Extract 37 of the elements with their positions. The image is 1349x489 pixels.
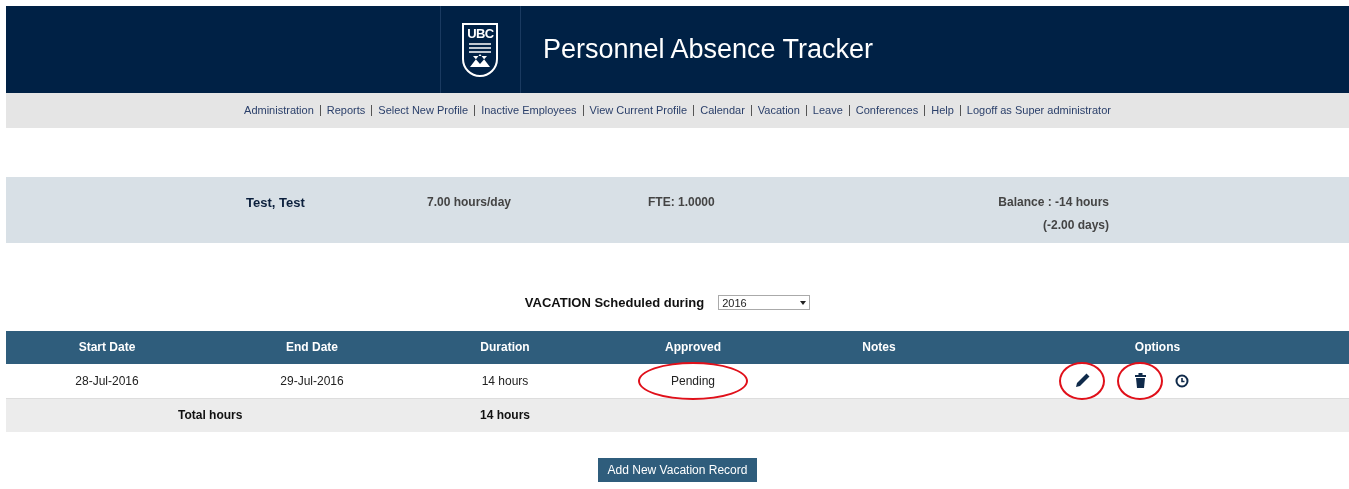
table-cell-text: 29-Jul-2016 <box>280 372 344 390</box>
column-header: End Date <box>286 339 338 356</box>
nav-link[interactable]: Logoff as Super administrator <box>966 102 1111 119</box>
nav-link[interactable]: Vacation <box>757 102 800 119</box>
total-label: Total hours <box>178 407 243 424</box>
logo: UBC <box>462 22 499 77</box>
balance-days: (-2.00 days) <box>1042 216 1109 234</box>
nav-link[interactable]: Help <box>931 102 954 119</box>
nav-link[interactable]: View Current Profile <box>589 102 688 119</box>
clock-icon[interactable] <box>1175 373 1189 388</box>
balance-hours: Balance : -14 hours <box>998 194 1109 211</box>
table-cell-text: 14 hours <box>481 372 529 390</box>
column-header: Approved <box>665 339 721 356</box>
nav-link[interactable]: Select New Profile <box>378 102 469 119</box>
column-header: Duration <box>480 339 530 356</box>
column-header: Options <box>1134 339 1181 356</box>
hours-per-day: 7.00 hours/day <box>427 193 648 243</box>
fte-value: FTE: 1.0000 <box>648 194 716 211</box>
table-cell: Pending <box>670 373 715 388</box>
nav-link[interactable]: Reports <box>326 102 366 119</box>
table-cell-text: 28-Jul-2016 <box>75 372 139 390</box>
filter-label: VACATION Scheduled during <box>524 294 705 312</box>
column-header: Start Date <box>78 339 136 356</box>
nav-link[interactable]: Calendar <box>700 102 745 119</box>
column-header: Notes <box>862 339 896 356</box>
year-select[interactable]: 2016 <box>718 295 811 311</box>
nav-link[interactable]: Inactive Employees <box>481 102 577 119</box>
nav-link[interactable]: Conferences <box>855 102 919 119</box>
pencil-icon[interactable] <box>1074 372 1090 389</box>
dropdown-arrow-icon <box>800 300 807 305</box>
nav-link[interactable]: Administration <box>244 102 314 119</box>
total-duration: 14 hours <box>480 407 530 424</box>
app-title: Personnel Absence Tracker <box>542 33 874 67</box>
employee-name: Test, Test <box>246 194 306 212</box>
nav-link[interactable]: Leave <box>812 102 843 119</box>
add-record-button[interactable]: Add New Vacation Record <box>597 457 758 482</box>
trash-icon[interactable] <box>1133 373 1147 388</box>
